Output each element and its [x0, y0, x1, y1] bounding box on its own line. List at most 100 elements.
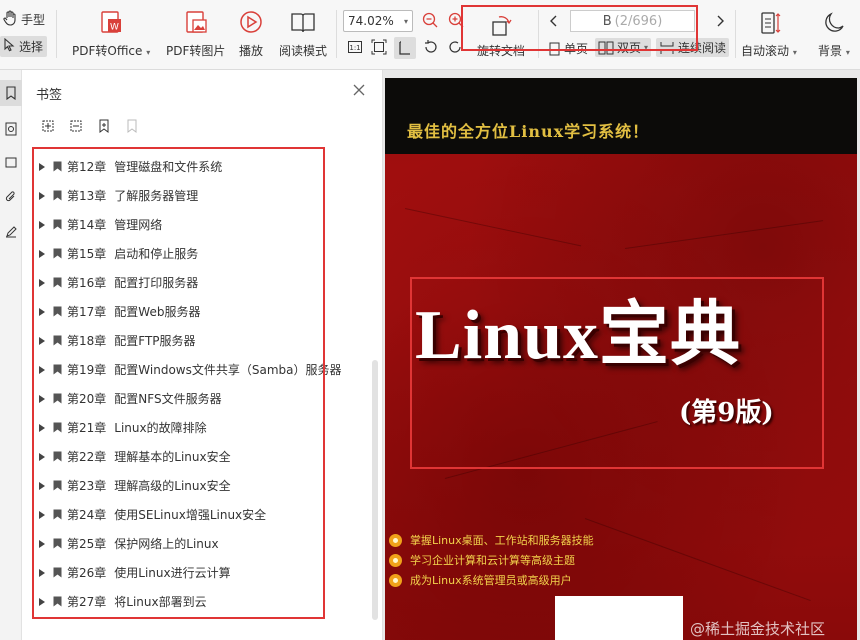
bookmark-item[interactable]: 第15章 启动和停止服务	[32, 239, 362, 268]
panel-title: 书签	[36, 88, 63, 103]
continuous-read-button[interactable]: 连续阅读	[656, 38, 730, 57]
expand-arrow-icon[interactable]	[36, 365, 48, 374]
add-bookmark-icon	[99, 119, 109, 133]
bookmark-panel-tab[interactable]	[0, 80, 22, 106]
collapse-all-icon	[70, 120, 82, 132]
actual-size-button[interactable]: 1:1	[346, 38, 364, 56]
bookmark-item[interactable]: 第26章 使用Linux进行云计算	[32, 558, 362, 587]
double-page-label: 双页	[617, 41, 642, 55]
expand-arrow-icon[interactable]	[36, 510, 48, 519]
bookmark-icon	[51, 422, 63, 433]
pdf-to-office-button[interactable]: W PDF转Office ▾	[72, 10, 150, 59]
rotate-document-button[interactable]: 旋转文档	[477, 12, 525, 59]
rotate-right-button[interactable]	[446, 38, 464, 56]
toolbar: 手型 选择 W PDF转Office ▾ PDF转图片 播放 阅读模式 74.0…	[0, 0, 860, 70]
expand-arrow-icon[interactable]	[36, 307, 48, 316]
chevron-down-icon: ▾	[403, 16, 408, 26]
cover-feature-item: 学习企业计算和云计算等高级主题	[389, 550, 594, 570]
fit-width-button[interactable]	[394, 37, 416, 59]
bookmark-item[interactable]: 第27章 将Linux部署到云	[32, 587, 362, 616]
fit-page-icon	[371, 39, 387, 55]
cover-header-band: 最佳的全方位Linux学习系统！	[385, 78, 857, 154]
bookmark-icon	[51, 567, 63, 578]
prev-page-button[interactable]	[545, 12, 563, 30]
expand-arrow-icon[interactable]	[36, 191, 48, 200]
thumbnail-icon	[5, 122, 17, 136]
next-page-button[interactable]	[711, 12, 729, 30]
bookmark-item[interactable]: 第23章 理解高级的Linux安全	[32, 471, 362, 500]
fit-width-icon	[399, 41, 410, 55]
auto-scroll-button[interactable]: 自动滚动 ▾	[741, 10, 797, 59]
expand-arrow-icon[interactable]	[36, 394, 48, 403]
expand-arrow-icon[interactable]	[36, 539, 48, 548]
bookmark-item[interactable]: 第24章 使用SELinux增强Linux安全	[32, 500, 362, 529]
bookmark-title: 理解基本的Linux安全	[114, 450, 231, 464]
expand-all-button[interactable]	[40, 118, 56, 134]
bookmark-icon	[51, 538, 63, 549]
bookmark-item[interactable]: 第21章 Linux的故障排除	[32, 413, 362, 442]
pdf-to-image-button[interactable]: PDF转图片	[166, 10, 225, 59]
toolbar-separator	[56, 10, 57, 58]
fit-page-button[interactable]	[370, 38, 388, 56]
page-current: B	[602, 13, 612, 29]
page-number-input[interactable]: B (2/696)	[570, 10, 695, 32]
bookmark-list: 第12章 管理磁盘和文件系统 第13章 了解服务器管理 第14章 管理网络 第15章 启动和停…	[32, 152, 362, 616]
zoom-in-button[interactable]	[447, 11, 465, 29]
hand-tool-button[interactable]: 手型	[2, 10, 45, 29]
expand-arrow-icon[interactable]	[36, 568, 48, 577]
bookmark-chapter: 第15章	[67, 247, 107, 261]
bookmark-item[interactable]: 第25章 保护网络上的Linux	[32, 529, 362, 558]
play-button[interactable]: 播放	[238, 10, 264, 59]
double-page-button[interactable]: 双页 ▾	[595, 38, 652, 57]
attachment-panel-tab[interactable]	[0, 184, 22, 210]
hand-icon	[2, 10, 18, 29]
bookmark-item[interactable]: 第12章 管理磁盘和文件系统	[32, 152, 362, 181]
collapse-all-button[interactable]	[68, 118, 84, 134]
bookmark-item[interactable]: 第20章 配置NFS文件服务器	[32, 384, 362, 413]
zoom-out-button[interactable]	[421, 11, 439, 29]
toolbar-separator	[735, 10, 736, 58]
document-view[interactable]: 最佳的全方位Linux学习系统！ Linux宝典 (第9版) 掌握Linux桌面…	[383, 70, 860, 640]
bookmark-item[interactable]: 第18章 配置FTP服务器	[32, 326, 362, 355]
close-button[interactable]	[352, 82, 366, 96]
book-cover-page: 最佳的全方位Linux学习系统！ Linux宝典 (第9版) 掌握Linux桌面…	[385, 78, 857, 640]
scrollbar[interactable]	[372, 360, 378, 620]
moon-icon	[821, 10, 847, 36]
rotate-left-button[interactable]	[422, 38, 440, 56]
bookmark-item[interactable]: 第19章 配置Windows文件共享（Samba）服务器	[32, 355, 362, 384]
thumbnail-panel-tab[interactable]	[0, 116, 22, 142]
select-tool-button[interactable]: 选择	[0, 36, 48, 57]
cover-texture	[584, 518, 811, 602]
bookmark-item[interactable]: 第14章 管理网络	[32, 210, 362, 239]
expand-arrow-icon[interactable]	[36, 249, 48, 258]
read-mode-button[interactable]: 阅读模式	[279, 10, 327, 59]
expand-arrow-icon[interactable]	[36, 423, 48, 432]
bookmark-item[interactable]: 第22章 理解基本的Linux安全	[32, 442, 362, 471]
bookmark-icon	[51, 277, 63, 288]
expand-arrow-icon[interactable]	[36, 278, 48, 287]
expand-arrow-icon[interactable]	[36, 481, 48, 490]
panel-toolbar	[40, 118, 140, 134]
bookmark-title: 了解服务器管理	[114, 189, 199, 203]
bookmark-item[interactable]: 第16章 配置打印服务器	[32, 268, 362, 297]
delete-bookmark-icon	[127, 119, 137, 133]
expand-arrow-icon[interactable]	[36, 162, 48, 171]
add-bookmark-button[interactable]	[96, 118, 112, 134]
single-page-label: 单页	[564, 42, 589, 56]
background-button[interactable]: 背景 ▾	[818, 10, 850, 59]
cover-feature-text: 学习企业计算和云计算等高级主题	[410, 554, 575, 567]
zoom-select[interactable]: 74.02% ▾	[343, 10, 413, 32]
bookmark-item[interactable]: 第13章 了解服务器管理	[32, 181, 362, 210]
single-page-button[interactable]: 单页	[548, 40, 588, 57]
expand-arrow-icon[interactable]	[36, 336, 48, 345]
bookmark-chapter: 第21章	[67, 421, 107, 435]
expand-arrow-icon[interactable]	[36, 220, 48, 229]
expand-arrow-icon[interactable]	[36, 597, 48, 606]
bookmark-icon	[51, 219, 63, 230]
comment-panel-tab[interactable]	[0, 150, 22, 176]
bookmark-item[interactable]: 第17章 配置Web服务器	[32, 297, 362, 326]
rotate-document-label: 旋转文档	[477, 44, 526, 58]
signature-panel-tab[interactable]	[0, 218, 22, 244]
delete-bookmark-button[interactable]	[124, 118, 140, 134]
expand-arrow-icon[interactable]	[36, 452, 48, 461]
